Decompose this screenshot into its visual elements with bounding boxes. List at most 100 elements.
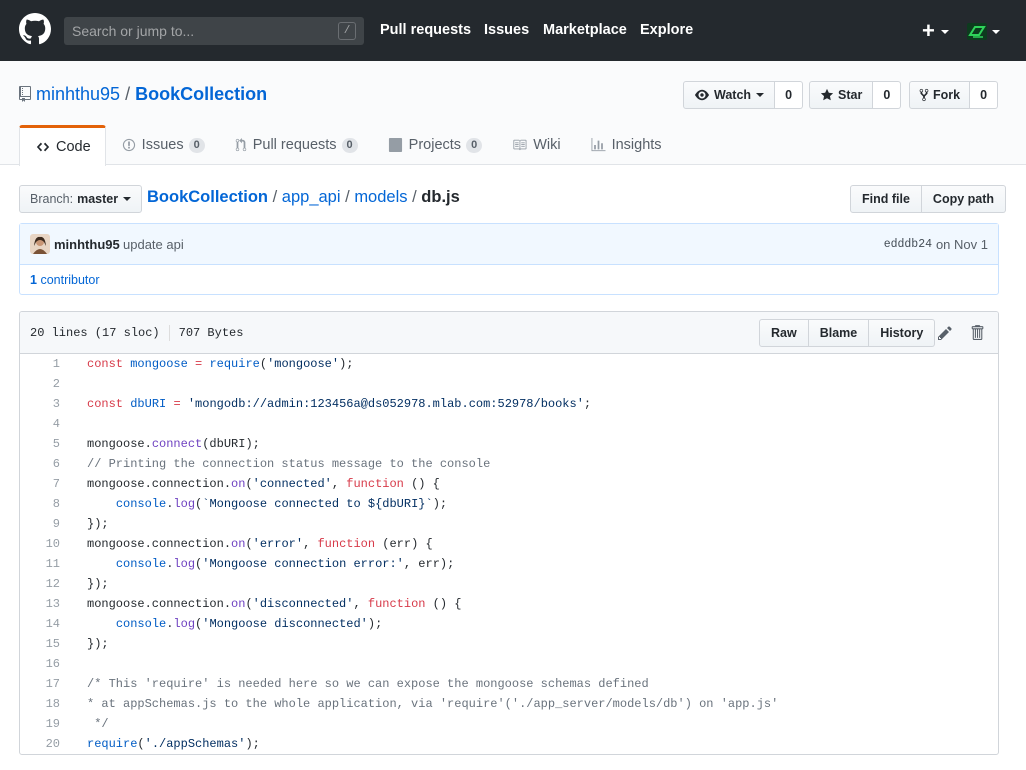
create-new-button[interactable]: + [922,20,949,42]
line-number[interactable]: 13 [20,597,60,611]
history-button[interactable]: History [869,319,936,347]
copy-path-button[interactable]: Copy path [921,185,1007,213]
nav-explore[interactable]: Explore [640,22,693,38]
breadcrumb-app-api[interactable]: app_api [282,188,341,206]
breadcrumb-root[interactable]: BookCollection [147,188,268,206]
line-number[interactable]: 17 [20,677,60,691]
file-size: 707 Bytes [178,326,244,341]
tab-wiki[interactable]: Wiki [496,125,574,165]
chevron-down-icon [123,197,132,201]
nav-pull-requests[interactable]: Pull requests [380,22,471,38]
code-text: console.log(`Mongoose connected to ${dbU… [115,497,448,511]
code-text: console.log('Mongoose disconnected'); [115,617,383,631]
repo-name-link[interactable]: BookCollection [135,84,267,104]
commit-summary: minhthu95 update api edddb24 on Nov 1 [20,224,998,265]
chevron-down-icon [992,30,1000,34]
code-line: 17 /* This 'require' is needed here so we… [20,674,998,694]
line-number[interactable]: 14 [20,617,60,631]
watch-count[interactable]: 0 [775,81,804,109]
raw-button[interactable]: Raw [759,319,809,347]
line-number[interactable]: 19 [20,717,60,731]
line-number[interactable]: 2 [20,377,60,391]
line-number[interactable]: 8 [20,497,60,511]
commit-tease: minhthu95 update api edddb24 on Nov 1 1 … [19,223,999,295]
line-number[interactable]: 12 [20,577,60,591]
nav-issues[interactable]: Issues [484,22,529,38]
code-line: 1 const mongoose = require('mongoose'); [20,354,998,374]
fork-count[interactable]: 0 [970,81,999,109]
line-number[interactable]: 1 [20,357,60,371]
search-input[interactable] [64,17,334,45]
divider [168,325,170,341]
commit-author[interactable]: minhthu95 [54,237,120,252]
branch-label: Branch: [30,192,74,206]
top-header: / Pull requests Issues Marketplace Explo… [0,0,1026,61]
line-number[interactable]: 15 [20,637,60,651]
tab-code[interactable]: Code [19,125,106,166]
nav-marketplace[interactable]: Marketplace [543,22,627,38]
tab-issues-label: Issues [141,137,184,153]
author-avatar[interactable] [30,234,50,254]
code-text: }); [87,577,109,591]
pencil-icon[interactable] [937,325,953,341]
code-line: 2 [20,374,998,394]
tab-projects-count: 0 [466,137,483,153]
star-icon [820,88,834,101]
code-body: 1 const mongoose = require('mongoose'); 2 3… [20,354,998,754]
code-text: // Printing the connection status messag… [87,457,491,471]
code-text: mongoose.connection.on('connected', func… [87,477,440,491]
repo-tabs: Code Issues 0 Pull requests 0 Projects 0… [19,125,676,166]
line-number[interactable]: 10 [20,537,60,551]
line-number[interactable]: 9 [20,517,60,531]
line-number[interactable]: 16 [20,657,60,671]
line-number[interactable]: 11 [20,557,60,571]
star-button[interactable]: Star [809,81,874,109]
code-text: require('./appSchemas'); [87,737,260,751]
commit-sha[interactable]: edddb24 [884,238,932,251]
trash-icon[interactable] [970,324,984,341]
find-file-button[interactable]: Find file [850,185,922,213]
issue-icon [122,138,135,152]
line-number[interactable]: 3 [20,397,60,411]
code-line: 13 mongoose.connection.on('disconnected',… [20,594,998,614]
watch-label: Watch [714,88,752,102]
tab-projects[interactable]: Projects 0 [372,125,497,165]
star-count[interactable]: 0 [873,81,902,109]
contributors-link[interactable]: 1 contributor [30,273,100,287]
tab-pull-requests-count: 0 [341,137,358,153]
line-number[interactable]: 20 [20,737,60,751]
pull-request-icon [235,138,246,152]
github-logo-icon[interactable] [19,13,51,45]
repo-owner-link[interactable]: minhthu95 [36,84,120,104]
code-text: }); [87,517,109,531]
commit-message[interactable]: update api [123,237,184,252]
branch-selector[interactable]: Branch: master [19,185,143,213]
tab-code-label: Code [56,139,91,155]
fork-label: Fork [933,88,961,102]
repo-title: minhthu95 / BookCollection [36,84,267,105]
code-line: 6 // Printing the connection status messa… [20,454,998,474]
line-number[interactable]: 18 [20,697,60,711]
code-text: mongoose.connection.on('error', function… [87,537,433,551]
tab-insights[interactable]: Insights [575,125,676,165]
code-text: /* This 'require' is needed here so we c… [87,677,649,691]
line-number[interactable]: 4 [20,417,60,431]
breadcrumb-models[interactable]: models [354,188,407,206]
blame-button[interactable]: Blame [808,319,870,347]
line-number[interactable]: 5 [20,437,60,451]
tab-pull-requests[interactable]: Pull requests 0 [219,125,372,165]
fork-button[interactable]: Fork [909,81,971,109]
repo-icon [19,86,31,102]
watch-button[interactable]: Watch [683,81,776,109]
user-menu-button[interactable] [967,22,1001,42]
repo-title-separator: / [125,84,131,104]
search-box: / [64,17,364,45]
code-line: 15}); [20,634,998,654]
tab-issues[interactable]: Issues 0 [106,125,219,165]
line-number[interactable]: 6 [20,457,60,471]
line-number[interactable]: 7 [20,477,60,491]
file-info: 20 lines (17 sloc) 707 Bytes [30,325,243,341]
star-group: Star 0 [809,81,902,109]
contributors-count: 1 [30,273,37,287]
star-label: Star [838,88,863,102]
